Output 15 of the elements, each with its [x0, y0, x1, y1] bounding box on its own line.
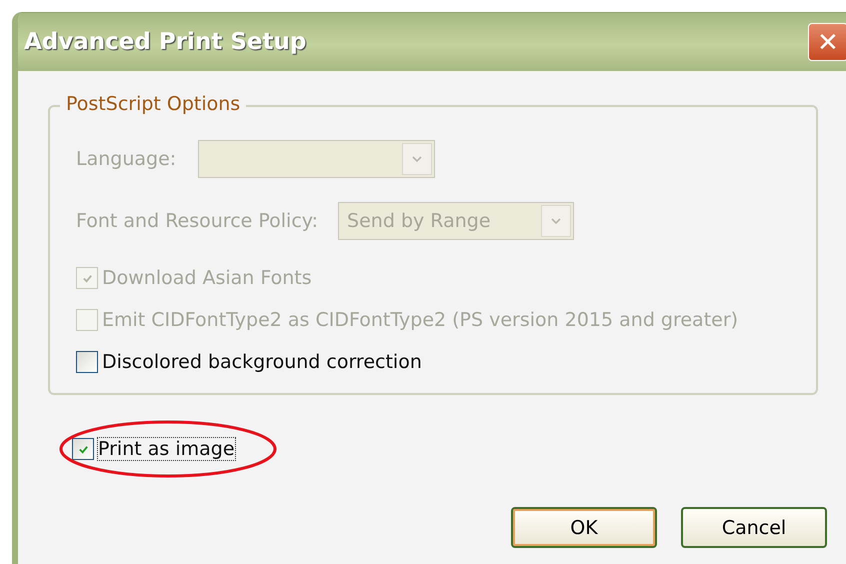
checkbox-label: Print as image	[98, 438, 235, 460]
ok-button[interactable]: OK	[511, 507, 657, 548]
checkbox[interactable]	[72, 438, 94, 460]
checkbox-label: Download Asian Fonts	[102, 267, 312, 289]
dropdown-value: Send by Range	[347, 210, 491, 232]
checkmark-icon	[78, 444, 88, 454]
checkbox[interactable]	[76, 351, 98, 373]
checkbox-label: Emit CIDFontType2 as CIDFontType2 (PS version 2015 and greater)	[102, 309, 738, 331]
group-title: PostScript Options	[60, 93, 246, 115]
cancel-button[interactable]: Cancel	[681, 507, 827, 548]
checkmark-icon	[82, 272, 92, 284]
window-title: Advanced Print Setup	[23, 29, 306, 55]
field-label: Font and Resource Policy:	[76, 210, 318, 232]
field-label: Language:	[76, 148, 176, 170]
checkbox-label: Discolored background correction	[102, 351, 422, 373]
